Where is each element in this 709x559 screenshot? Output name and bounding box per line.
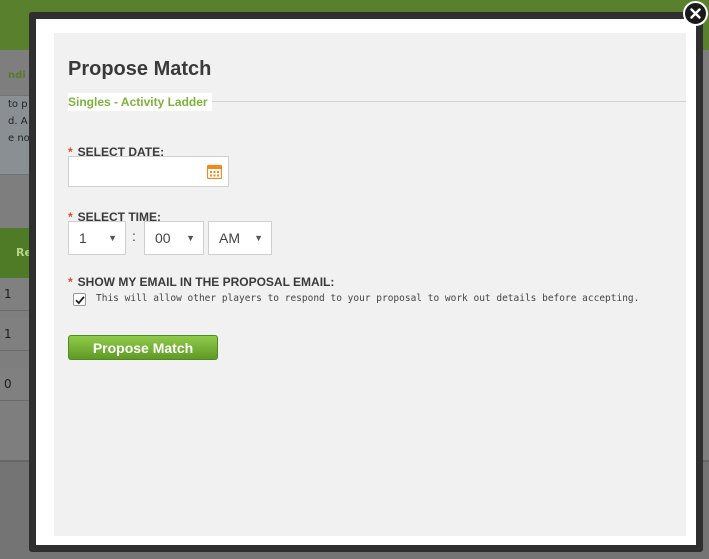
time-separator: : bbox=[132, 228, 136, 244]
hour-value: 1 bbox=[79, 230, 87, 246]
checkmark-icon bbox=[74, 295, 85, 304]
show-email-checkbox[interactable] bbox=[73, 293, 86, 306]
ampm-select[interactable]: AM ▼ bbox=[208, 221, 272, 255]
chevron-down-icon: ▼ bbox=[186, 233, 195, 243]
modal-content: Propose Match Singles - Activity Ladder … bbox=[54, 33, 686, 536]
propose-match-button[interactable]: Propose Match bbox=[68, 335, 218, 360]
date-field[interactable] bbox=[68, 156, 229, 187]
required-marker: * bbox=[68, 275, 73, 289]
chevron-down-icon: ▼ bbox=[254, 233, 263, 243]
ampm-value: AM bbox=[219, 230, 240, 246]
chevron-down-icon: ▼ bbox=[108, 233, 117, 243]
ladder-name: Singles - Activity Ladder bbox=[68, 93, 212, 111]
modal-title: Propose Match bbox=[68, 58, 212, 80]
hour-select[interactable]: 1 ▼ bbox=[68, 221, 126, 255]
email-label: * SHOW MY EMAIL IN THE PROPOSAL EMAIL: bbox=[68, 275, 334, 289]
propose-match-modal: Propose Match Singles - Activity Ladder … bbox=[29, 12, 703, 552]
email-note: This will allow other players to respond… bbox=[96, 293, 640, 304]
close-button[interactable] bbox=[683, 1, 708, 26]
minute-select[interactable]: 00 ▼ bbox=[144, 221, 204, 255]
calendar-icon[interactable] bbox=[207, 164, 222, 179]
minute-value: 00 bbox=[155, 230, 171, 246]
email-label-text: SHOW MY EMAIL IN THE PROPOSAL EMAIL: bbox=[77, 275, 335, 289]
date-input[interactable] bbox=[69, 157, 199, 186]
close-icon bbox=[690, 8, 701, 19]
